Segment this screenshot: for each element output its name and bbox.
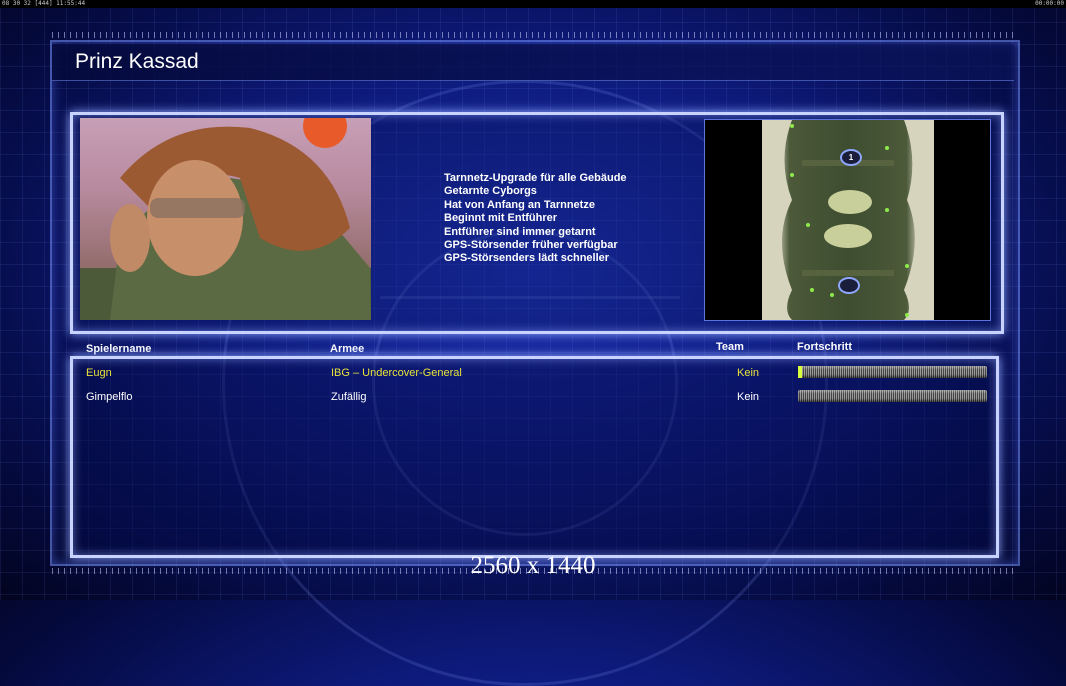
feature-item: Getarnte Cyborgs [444,185,537,198]
status-bar-left: 08 30 32 [444] 11:55:44 [2,0,86,7]
feature-item: GPS-Störsender früher verfügbar [444,239,618,252]
player-team: Kein [737,367,760,379]
map-image: 1 [762,120,934,320]
header-army: Armee [330,343,365,355]
header-team: Team [716,341,744,353]
player-name: Gimpelflo [86,391,133,403]
player-progress-bar [798,366,987,378]
player-army: IBG – Undercover-General [331,367,462,379]
general-features-list: Tarnnetz-Upgrade für alle Gebäude Getarn… [444,172,627,266]
feature-item: Hat von Anfang an Tarnnetze [444,198,595,211]
general-portrait [80,118,371,320]
resolution-label: 2560 x 1440 [470,552,596,579]
player-team: Kein [737,391,760,403]
map-preview: 1 [704,119,991,321]
header-player: Spielername [86,343,152,355]
feature-item: Beginnt mit Entführer [444,212,558,225]
start-position-1[interactable]: 1 [840,149,862,166]
feature-item: GPS-Störsenders lädt schneller [444,252,610,265]
general-title: Prinz Kassad [75,50,199,73]
player-progress-fill [798,366,802,378]
ruler-top [52,32,1016,38]
feature-item: Entführer sind immer getarnt [444,225,596,238]
feature-item: Tarnnetz-Upgrade für alle Gebäude [444,172,627,184]
player-progress-bar [798,390,987,402]
players-panel [70,356,999,558]
header-progress: Fortschritt [797,341,852,353]
player-army: Zufällig [331,391,367,403]
start-position-2[interactable] [838,277,860,294]
portrait-image [80,118,371,320]
player-name: Eugn [86,367,112,379]
status-bar: 08 30 32 [444] 11:55:44 00:00:00 [0,0,1066,8]
status-bar-right: 00:00:00 [1035,0,1064,7]
